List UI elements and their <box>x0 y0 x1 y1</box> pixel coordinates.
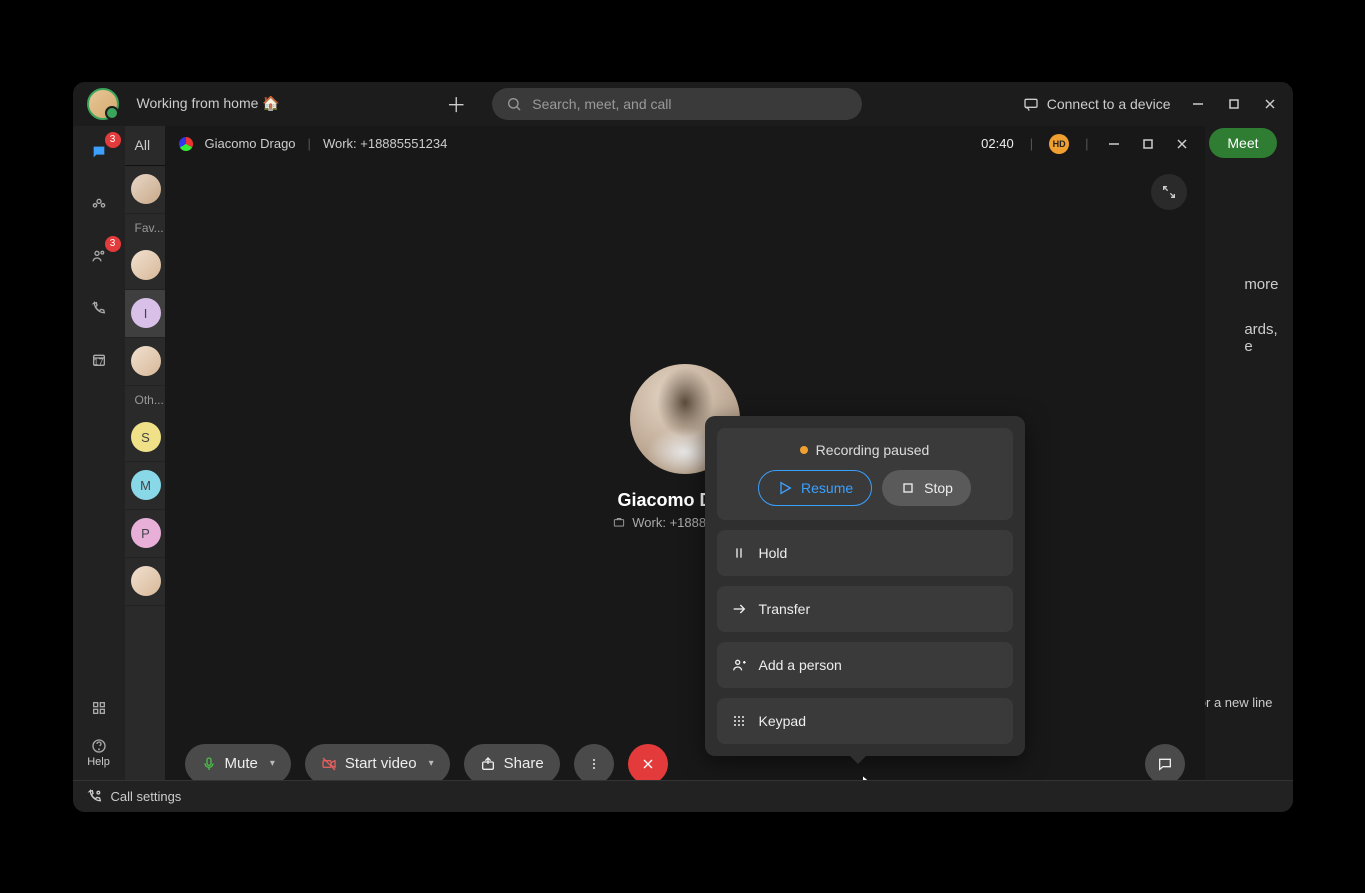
close-button[interactable] <box>1261 95 1279 113</box>
list-item[interactable] <box>125 338 165 386</box>
rail-messaging[interactable]: 3 <box>83 136 115 168</box>
close-icon <box>640 756 656 772</box>
titlebar: Working from home 🏠 ＋ Search, meet, and … <box>73 82 1293 126</box>
search-placeholder: Search, meet, and call <box>532 96 671 112</box>
sidebar-other-label: Oth... <box>125 386 165 414</box>
chat-panel-button[interactable] <box>1145 744 1185 780</box>
maximize-button[interactable] <box>1225 95 1243 113</box>
chevron-down-icon[interactable]: ▾ <box>429 758 434 769</box>
call-close-button[interactable] <box>1173 135 1191 153</box>
transfer-button[interactable]: Transfer <box>717 586 1013 632</box>
list-item[interactable]: S <box>125 414 165 462</box>
rail-calendar[interactable]: 17 <box>83 344 115 376</box>
expand-button[interactable] <box>1151 174 1187 210</box>
nav-rail: 3 3 17 Help <box>73 126 125 780</box>
call-body: Giacomo Drago Work: +18885551234 Recordi… <box>165 162 1205 732</box>
sidebar-favorites-label: Fav... <box>125 214 165 242</box>
call-contact-name: Giacomo Drago <box>205 136 296 151</box>
stop-recording-button[interactable]: Stop <box>882 470 971 506</box>
chevron-down-icon[interactable]: ▾ <box>270 758 275 769</box>
mute-button[interactable]: Mute ▾ <box>185 744 291 780</box>
sidebar-tab-all[interactable]: All <box>125 126 165 166</box>
call-timer: 02:40 <box>981 136 1014 151</box>
call-header: Giacomo Drago | Work: +18885551234 02:40… <box>165 126 1205 162</box>
app-window: Working from home 🏠 ＋ Search, meet, and … <box>73 82 1293 812</box>
list-item[interactable]: P <box>125 510 165 558</box>
add-person-button[interactable]: Add a person <box>717 642 1013 688</box>
self-avatar[interactable] <box>87 88 119 120</box>
keypad-button[interactable]: Keypad <box>717 698 1013 744</box>
body-row: 3 3 17 Help All Fav... <box>73 126 1293 780</box>
mic-icon <box>201 756 217 772</box>
chat-icon <box>1157 756 1173 772</box>
hold-button[interactable]: Hold <box>717 530 1013 576</box>
conversation-sidebar: All Fav... I Oth... S M P <box>125 126 165 780</box>
list-item[interactable] <box>125 558 165 606</box>
share-button[interactable]: Share <box>464 744 560 780</box>
list-item[interactable]: I <box>125 290 165 338</box>
resume-recording-button[interactable]: Resume <box>758 470 872 506</box>
start-video-button[interactable]: Start video ▾ <box>305 744 450 780</box>
cast-icon <box>1023 96 1039 112</box>
meet-button[interactable]: Meet <box>1209 128 1276 158</box>
list-item[interactable] <box>125 166 165 214</box>
search-icon <box>506 96 522 112</box>
footer-bar: Call settings <box>73 780 1293 812</box>
messaging-badge: 3 <box>105 132 121 148</box>
rail-apps[interactable] <box>83 692 115 724</box>
list-item[interactable] <box>125 242 165 290</box>
status-text: Working from home 🏠 <box>137 95 280 112</box>
rail-help[interactable]: Help <box>87 738 110 768</box>
more-options-popup: Recording paused Resume Stop <box>705 416 1025 756</box>
minimize-button[interactable] <box>1189 95 1207 113</box>
app-icon <box>179 137 193 151</box>
call-controls: Mute ▾ Start video ▾ Share <box>165 732 1205 780</box>
keypad-icon <box>731 713 747 729</box>
recording-card: Recording paused Resume Stop <box>717 428 1013 520</box>
new-action-button[interactable]: ＋ <box>440 88 472 120</box>
video-off-icon <box>321 756 337 772</box>
contacts-badge: 3 <box>105 236 121 252</box>
play-icon <box>777 480 793 496</box>
more-vertical-icon <box>586 756 602 772</box>
call-window: Giacomo Drago | Work: +18885551234 02:40… <box>165 126 1205 780</box>
main-area: Meet more ards,e for a new line Giacomo … <box>165 126 1293 780</box>
call-settings-button[interactable]: Call settings <box>111 789 182 804</box>
phone-settings-icon <box>87 788 103 804</box>
rail-teams[interactable] <box>83 188 115 220</box>
titlebar-right: Connect to a device <box>1023 95 1279 113</box>
stop-icon <box>900 480 916 496</box>
call-minimize-button[interactable] <box>1105 135 1123 153</box>
share-icon <box>480 756 496 772</box>
rail-contacts[interactable]: 3 <box>83 240 115 272</box>
end-call-button[interactable] <box>628 744 668 780</box>
call-maximize-button[interactable] <box>1139 135 1157 153</box>
search-input[interactable]: Search, meet, and call <box>492 88 862 120</box>
background-text: more ards,e <box>1244 276 1278 355</box>
call-number: Work: +18885551234 <box>323 136 447 151</box>
background-text-2: for a new line <box>1195 695 1272 710</box>
pause-icon <box>731 545 747 561</box>
briefcase-icon <box>612 515 626 529</box>
rail-calls[interactable] <box>83 292 115 324</box>
recording-status: Recording paused <box>800 442 930 458</box>
list-item[interactable]: M <box>125 462 165 510</box>
recording-paused-dot-icon <box>800 446 808 454</box>
connect-device-button[interactable]: Connect to a device <box>1023 96 1171 112</box>
more-options-button[interactable] <box>574 744 614 780</box>
add-person-icon <box>731 657 747 673</box>
hd-badge: HD <box>1049 134 1069 154</box>
arrow-right-icon <box>731 601 747 617</box>
